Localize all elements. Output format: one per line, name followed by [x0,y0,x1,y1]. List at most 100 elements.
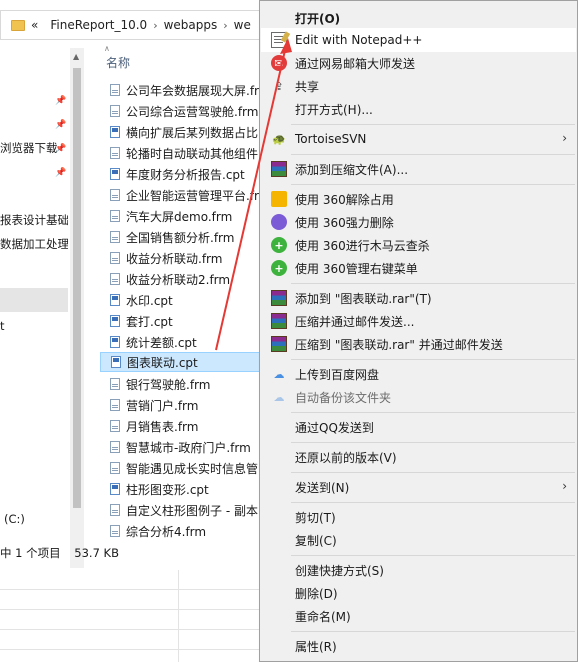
menu-item-delete[interactable]: 删除(D) [262,582,575,604]
share-icon: ⇪ [274,79,284,93]
breadcrumb-separator: › [223,18,228,32]
chevron-right-icon: › [562,479,567,493]
frm-file-icon [110,504,120,516]
menu-item-360-scan[interactable]: + 使用 360进行木马云查杀 [262,234,575,256]
file-row[interactable]: 智能遇见成长实时信息管 [100,458,262,478]
file-row[interactable]: 年度财务分析报告.cpt [100,164,262,184]
menu-item-share[interactable]: ⇪ 共享 [262,75,575,97]
frm-file-icon [110,147,120,159]
breadcrumb-webapps[interactable]: webapps [164,18,218,32]
frm-file-icon [110,84,120,96]
nav-item-data-processing[interactable]: 数据加工处理 [0,234,68,254]
file-row[interactable]: 综合分析4.frm [100,521,262,541]
file-row-selected[interactable]: 图表联动.cpt [100,352,262,372]
menu-item-360-unlock[interactable]: 使用 360解除占用 [262,188,575,210]
file-row[interactable]: 企业智能运营管理平台.fr [100,185,262,205]
menu-item-compress-rar-email[interactable]: 压缩到 "图表联动.rar" 并通过邮件发送 [262,333,575,355]
breadcrumb-we[interactable]: we [234,18,251,32]
context-menu: 打开(O) Edit with Notepad++ ✉ 通过网易邮箱大师发送 ⇪… [259,0,578,662]
cpt-file-icon [110,168,120,180]
file-row[interactable]: 汽车大屏demo.frm [100,206,262,226]
360-unlock-icon [271,191,287,207]
frm-file-icon [110,210,120,222]
winrar-icon [271,161,287,177]
360-scan-icon: + [271,237,287,253]
nav-item-selected[interactable] [0,288,68,312]
menu-separator [291,412,575,413]
menu-separator [291,442,575,443]
menu-separator [291,184,575,185]
sort-arrow-icon: ∧ [104,44,110,53]
breadcrumb-back[interactable]: « [31,18,38,32]
360-delete-icon [271,214,287,230]
menu-item-open[interactable]: 打开(O) [262,7,575,29]
menu-item-add-to-archive[interactable]: 添加到压缩文件(A)... [262,158,575,180]
file-row[interactable]: 公司综合运营驾驶舱.frm [100,101,262,121]
menu-item-create-shortcut[interactable]: 创建快捷方式(S) [262,559,575,581]
file-row[interactable]: 公司年会数据展现大屏.frm [100,80,262,100]
nav-item-report-design[interactable]: 报表设计基础 [0,210,68,230]
file-row[interactable]: 收益分析联动2.frm [100,269,262,289]
menu-item-edit-notepad[interactable]: Edit with Notepad++ [261,28,576,52]
file-row[interactable]: 横向扩展后某列数据占比 [100,122,262,142]
menu-separator [291,631,575,632]
menu-item-open-with[interactable]: 打开方式(H)... [262,98,575,120]
file-row[interactable]: 月销售表.frm [100,416,262,436]
baidu-netdisk-icon: ☁ [273,367,285,381]
frm-file-icon [110,462,120,474]
file-row[interactable]: 自定义柱形图例子 - 副本 [100,500,262,520]
file-row[interactable]: 全国销售额分析.frm [100,227,262,247]
vertical-scrollbar[interactable]: ▲ [70,48,84,568]
file-row[interactable]: 统计差额.cpt [100,332,262,352]
scrollbar-thumb[interactable] [73,68,81,508]
file-row[interactable]: 智慧城市-政府门户.frm [100,437,262,457]
file-row[interactable]: 套打.cpt [100,311,262,331]
file-row[interactable]: 收益分析联动.frm [100,248,262,268]
menu-item-cut[interactable]: 剪切(T) [262,506,575,528]
frm-file-icon [110,189,120,201]
menu-separator [291,472,575,473]
menu-separator [291,555,575,556]
menu-item-netease-mail[interactable]: ✉ 通过网易邮箱大师发送 [262,52,575,74]
menu-item-baidu-upload[interactable]: ☁ 上传到百度网盘 [262,363,575,385]
file-row[interactable]: 银行驾驶舱.frm [100,374,262,394]
tortoise-svn-icon: 🐢 [272,132,286,146]
file-row[interactable]: 营销门户.frm [100,395,262,415]
menu-separator [291,502,575,503]
chevron-right-icon: › [562,131,567,145]
drive-c[interactable]: (C:) [4,512,25,526]
column-header-name[interactable]: 名称 [106,54,130,71]
frm-file-icon [110,252,120,264]
background-grid [0,570,262,662]
file-explorer-window: « FineReport_10.0 › webapps › we 📌 📌 浏览器… [0,0,262,570]
status-bar: 中 1 个项目 53.7 KB [0,545,262,563]
pin-icon: 📌 [55,96,67,106]
nav-item-t[interactable]: t [0,316,68,336]
menu-item-360-manage[interactable]: + 使用 360管理右键菜单 [262,257,575,279]
status-selected-count: 中 1 个项目 [0,546,61,560]
menu-item-send-to[interactable]: 发送到(N) › [262,476,575,498]
menu-item-properties[interactable]: 属性(R) [262,635,575,657]
menu-item-copy[interactable]: 复制(C) [262,529,575,551]
file-row[interactable]: 水印.cpt [100,290,262,310]
menu-item-send-qq[interactable]: 通过QQ发送到 [262,416,575,438]
breadcrumb-finereport[interactable]: FineReport_10.0 [50,18,147,32]
menu-item-rename[interactable]: 重命名(M) [262,605,575,627]
file-row[interactable]: 柱形图变形.cpt [100,479,262,499]
menu-item-restore-versions[interactable]: 还原以前的版本(V) [262,446,575,468]
menu-item-tortoisesvn[interactable]: 🐢 TortoiseSVN › [262,128,575,150]
menu-item-360-delete[interactable]: 使用 360强力删除 [262,211,575,233]
file-row[interactable]: 轮播时自动联动其他组件 [100,143,262,163]
pin-icon: 📌 [55,168,67,178]
address-bar[interactable]: « FineReport_10.0 › webapps › we [0,10,262,40]
folder-icon [11,19,25,31]
scroll-up-icon[interactable]: ▲ [73,52,79,61]
frm-file-icon [110,525,120,537]
menu-item-add-to-rar[interactable]: 添加到 "图表联动.rar"(T) [262,287,575,309]
menu-item-compress-email[interactable]: 压缩并通过邮件发送... [262,310,575,332]
frm-file-icon [110,441,120,453]
menu-separator [291,154,575,155]
navigation-pane: 📌 📌 浏览器下载 📌 📌 报表设计基础 数据加工处理 t [0,48,68,568]
cpt-file-icon [111,356,121,368]
breadcrumb-separator: › [153,18,158,32]
